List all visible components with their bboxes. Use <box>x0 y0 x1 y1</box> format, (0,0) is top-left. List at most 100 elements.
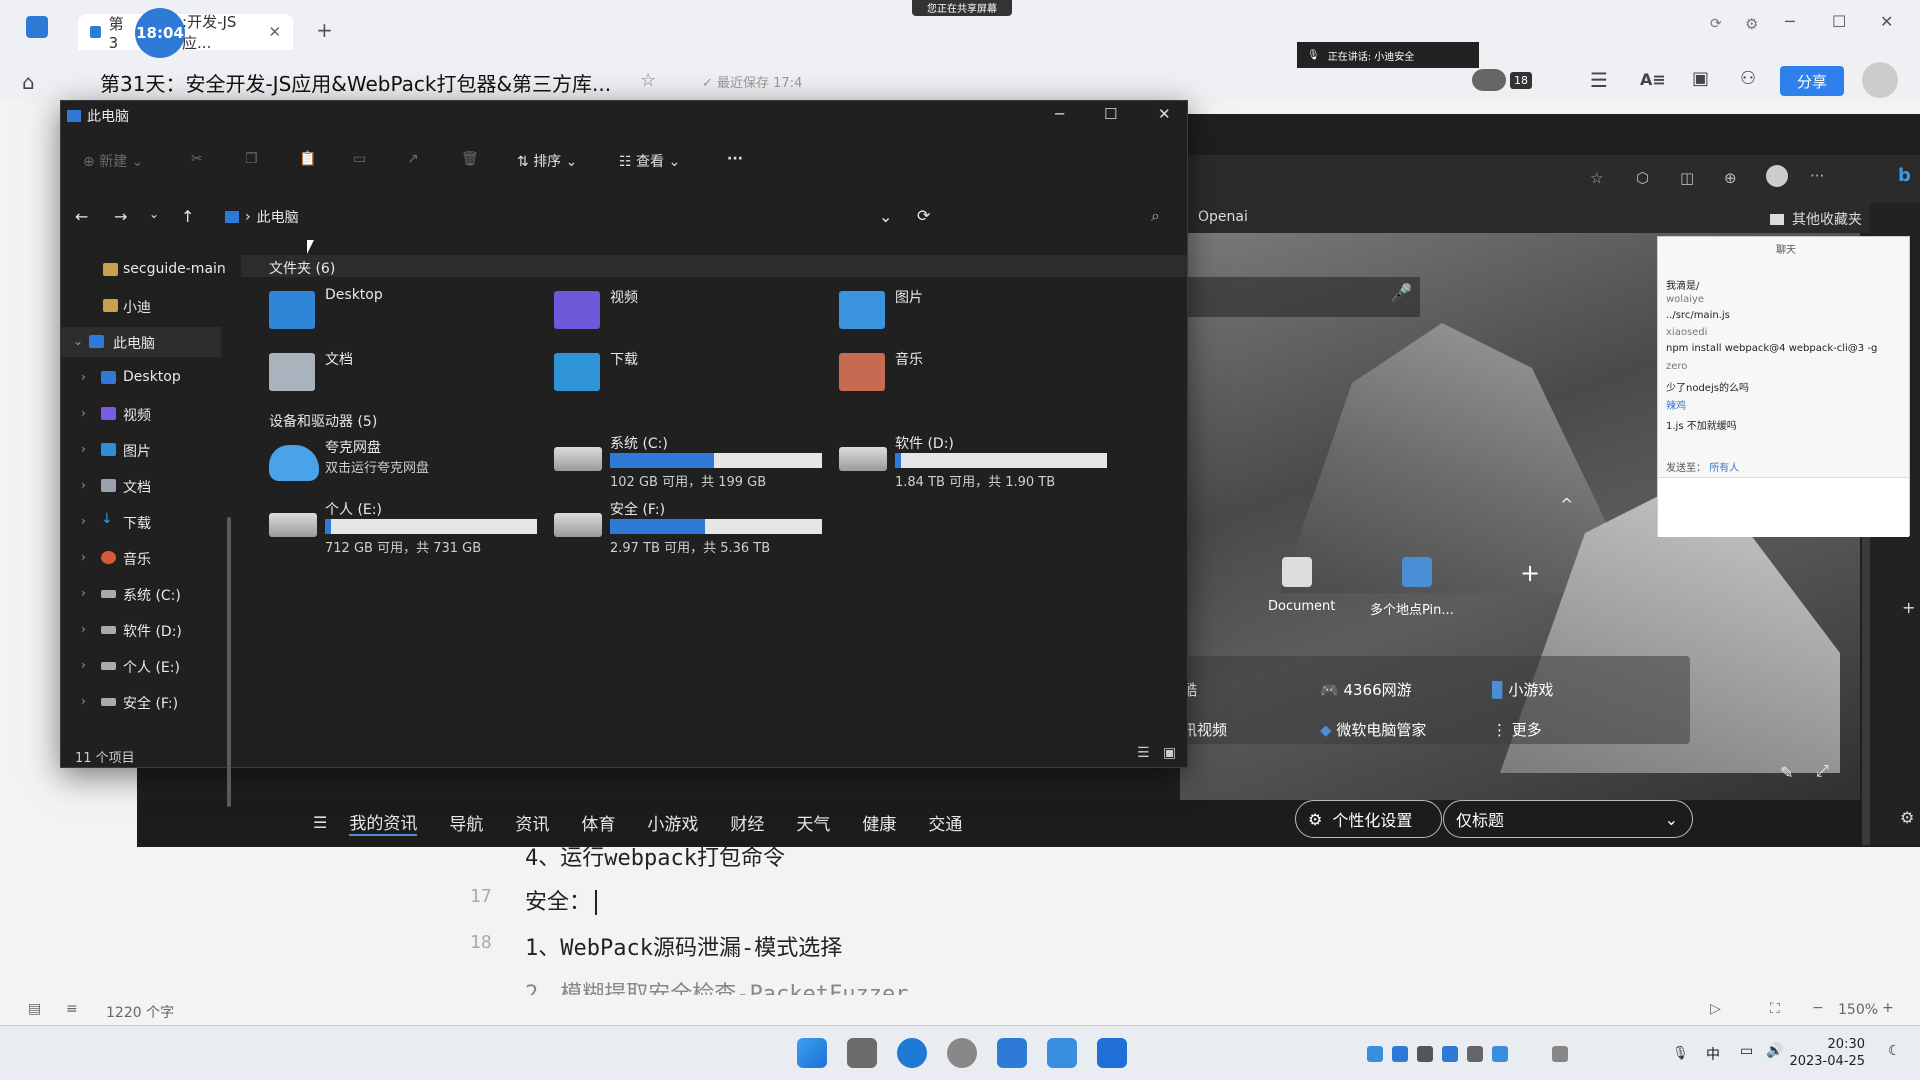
explorer-app-icon[interactable] <box>847 1038 877 1068</box>
network-icon[interactable]: ▭ <box>1740 1043 1753 1059</box>
link-cut-2[interactable]: 讯视频 <box>1182 719 1227 740</box>
tray-app-icon[interactable] <box>1417 1046 1433 1062</box>
minimize-icon[interactable]: ─ <box>1785 12 1795 31</box>
link-minigame[interactable]: ▉ 小游戏 <box>1492 679 1553 700</box>
details-view-icon[interactable]: ☰ <box>1137 745 1150 761</box>
minimize-icon[interactable]: ─ <box>1055 105 1064 123</box>
folders-header-bar[interactable] <box>241 255 1187 277</box>
sort-button[interactable]: ⇅ 排序 ⌄ <box>517 151 577 171</box>
tray-app-icon[interactable] <box>1367 1046 1383 1062</box>
folder-videos[interactable]: 视频 <box>554 287 804 341</box>
news-tab-info[interactable]: 资讯 <box>515 810 549 835</box>
present-icon[interactable]: ▣ <box>1692 68 1709 89</box>
link-more[interactable]: ⋮ 更多 <box>1492 719 1542 740</box>
news-tab-nav[interactable]: 导航 <box>449 810 483 835</box>
more-icon[interactable]: ··· <box>1810 167 1824 185</box>
sidebar-item-drive-c[interactable]: › 系统 (C:) <box>61 579 221 609</box>
profile-icon[interactable] <box>1766 165 1788 187</box>
news-tab-health[interactable]: 健康 <box>862 810 896 835</box>
refresh-icon[interactable]: ⟳ <box>917 206 930 225</box>
doc-line[interactable]: 1、WebPack源码泄漏-模式选择 <box>525 930 842 962</box>
keyboard-icon[interactable] <box>1552 1046 1568 1062</box>
doc-line-current[interactable]: 安全： <box>525 884 598 916</box>
back-icon[interactable]: ← <box>75 207 88 226</box>
drive-c[interactable]: 系统 (C:) 102 GB 可用，共 199 GB <box>554 433 844 493</box>
link-pc-manager[interactable]: ◆ 微软电脑管家 <box>1320 719 1426 740</box>
personalize-button[interactable]: ⚙ 个性化设置 <box>1295 800 1442 838</box>
cut-icon[interactable]: ✂ <box>191 151 203 167</box>
collab-icon[interactable]: ⚇ <box>1740 68 1756 89</box>
tray-app-icon[interactable] <box>1492 1046 1508 1062</box>
sidebar-item-drive-d[interactable]: › 软件 (D:) <box>61 615 221 645</box>
collections-icon[interactable]: ⊕ <box>1724 169 1737 187</box>
folder-desktop[interactable]: Desktop <box>269 287 519 341</box>
sidebar-item-drive-e[interactable]: › 个人 (E:) <box>61 651 221 681</box>
mic-icon[interactable]: 🎤 <box>1390 283 1412 304</box>
font-icon[interactable]: A≡ <box>1640 70 1666 89</box>
pin-tile[interactable]: 多个地点Pin... <box>1370 599 1454 618</box>
chevron-up-icon[interactable]: ^ <box>1560 495 1573 514</box>
cloud-drive[interactable]: 夸克网盘 双击运行夸克网盘 <box>269 437 559 497</box>
start-icon[interactable] <box>797 1038 827 1068</box>
fullscreen-icon[interactable]: ⤢ <box>1816 761 1829 781</box>
fit-icon[interactable]: ⛶ <box>1770 1001 1780 1017</box>
news-tab-games[interactable]: 小游戏 <box>647 810 698 835</box>
drive-e[interactable]: 个人 (E:) 712 GB 可用，共 731 GB <box>269 499 559 559</box>
menu-icon[interactable]: ☰ <box>1590 68 1608 92</box>
sidebar-item-desktop[interactable]: › Desktop <box>61 363 221 393</box>
news-tab-finance[interactable]: 财经 <box>730 810 764 835</box>
star-icon[interactable]: ☆ <box>640 70 656 91</box>
maximize-icon[interactable]: ☐ <box>1832 12 1846 31</box>
tiles-view-icon[interactable]: ▣ <box>1163 745 1176 761</box>
search-box[interactable] <box>1180 277 1420 317</box>
refresh-icon[interactable]: ⟳ <box>1710 16 1722 32</box>
folder-pictures[interactable]: 图片 <box>839 287 1089 341</box>
folder-documents[interactable]: 文档 <box>269 349 519 403</box>
avatar[interactable] <box>1862 62 1898 98</box>
shield-icon[interactable] <box>1392 1046 1408 1062</box>
favorite-other[interactable]: 其他收藏夹 <box>1770 209 1862 229</box>
drive-d[interactable]: 软件 (D:) 1.84 TB 可用，共 1.90 TB <box>839 433 1129 493</box>
extensions-icon[interactable]: ⬡ <box>1636 169 1649 187</box>
add-tile-icon[interactable]: + <box>1520 559 1540 587</box>
play-icon[interactable]: ▷ <box>1710 1001 1721 1017</box>
doc-line[interactable]: 4、运行webpack打包命令 <box>525 840 785 872</box>
clock[interactable]: 20:30 2023-04-25 <box>1789 1036 1865 1070</box>
volume-icon[interactable]: 🔊 <box>1766 1043 1783 1059</box>
hamburger-icon[interactable]: ☰ <box>313 813 327 832</box>
sidebar-item-documents[interactable]: › 文档 <box>61 471 221 501</box>
zoom-in-icon[interactable]: + <box>1882 1000 1894 1016</box>
ime-indicator[interactable]: 中 <box>1706 1044 1720 1064</box>
settings-icon[interactable]: ⚙ <box>1900 808 1914 827</box>
add-sidebar-icon[interactable]: + <box>1902 598 1915 617</box>
outline-icon[interactable]: ▤ <box>28 1001 41 1017</box>
sidebar-item-pictures[interactable]: › 图片 <box>61 435 221 465</box>
edit-icon[interactable]: ✎ <box>1780 763 1793 782</box>
zoom-out-icon[interactable]: − <box>1812 1000 1824 1016</box>
pin-tile-icon[interactable] <box>1402 557 1432 587</box>
favorite-openai[interactable]: Openai <box>1198 209 1248 225</box>
new-button[interactable]: ⊕ 新建 ⌄ <box>83 151 143 171</box>
new-tab-icon[interactable]: + <box>316 18 333 42</box>
chevron-down-icon[interactable]: ⌄ <box>149 207 159 221</box>
close-window-icon[interactable]: ✕ <box>1880 12 1893 31</box>
copy-icon[interactable]: ❐ <box>245 151 258 167</box>
share-button[interactable]: 分享 <box>1780 66 1844 96</box>
document-tile[interactable]: Document <box>1268 599 1335 614</box>
news-tab-sports[interactable]: 体育 <box>581 810 615 835</box>
forward-icon[interactable]: → <box>114 207 127 226</box>
favorite-star-icon[interactable]: ☆ <box>1590 169 1603 187</box>
chat-input[interactable] <box>1658 477 1909 537</box>
sidebar-item-secguide[interactable]: secguide-main <box>61 255 226 285</box>
document-tile-icon[interactable] <box>1282 557 1312 587</box>
news-tab-traffic[interactable]: 交通 <box>928 810 962 835</box>
folder-downloads[interactable]: 下载 <box>554 349 804 403</box>
paste-icon[interactable]: 📋 <box>299 151 316 167</box>
home-icon[interactable]: ⌂ <box>22 70 35 94</box>
share-icon[interactable]: ↗ <box>407 151 419 167</box>
source-icon[interactable]: ≡ <box>66 1001 78 1017</box>
maximize-icon[interactable]: ☐ <box>1104 105 1117 123</box>
rename-icon[interactable]: ▭ <box>353 151 366 167</box>
sidebar-item-downloads[interactable]: › ↓ 下载 <box>61 507 221 537</box>
tray-app-icon[interactable] <box>1442 1046 1458 1062</box>
